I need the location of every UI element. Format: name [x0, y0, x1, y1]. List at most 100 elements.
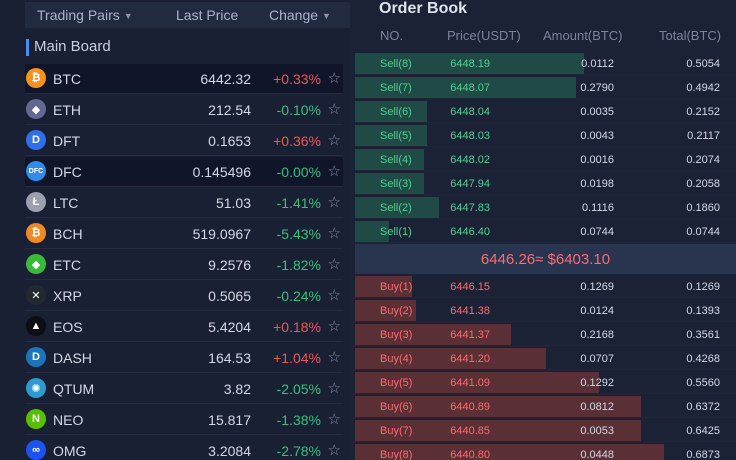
- favorite-star-icon[interactable]: ☆: [328, 100, 341, 118]
- buy-order-row[interactable]: Buy(1) 6446.15 0.1269 0.1269: [355, 275, 736, 298]
- buy-order-row[interactable]: Buy(6) 6440.89 0.0812 0.6372: [355, 395, 736, 418]
- pair-row-dft[interactable]: D DFT 0.1653 +0.36% ☆: [25, 126, 343, 156]
- change-label: Change: [269, 7, 319, 23]
- sell-order-row[interactable]: Sell(6) 6448.04 0.0035 0.2152: [355, 100, 736, 123]
- order-label: Sell(1): [380, 226, 412, 238]
- favorite-star-icon[interactable]: ☆: [328, 379, 341, 397]
- mid-price-bar: 6446.26≈ $6403.10: [355, 244, 736, 274]
- section-accent-bar: [26, 39, 29, 56]
- bitcoin-icon: ₿: [26, 68, 46, 88]
- favorite-star-icon[interactable]: ☆: [328, 441, 341, 459]
- coin-name: EOS: [53, 319, 83, 335]
- favorite-star-icon[interactable]: ☆: [328, 131, 341, 149]
- order-amount: 0.0124: [580, 305, 614, 317]
- coin-name: DFT: [53, 133, 81, 149]
- order-book-title: Order Book: [379, 0, 468, 17]
- favorite-star-icon[interactable]: ☆: [328, 224, 341, 242]
- order-label: Buy(2): [380, 305, 413, 317]
- pair-row-omg[interactable]: ∞ OMG 3.2084 -2.78% ☆: [25, 436, 343, 460]
- last-price: 6442.32: [200, 71, 251, 87]
- order-label: Buy(8): [380, 449, 413, 460]
- price-change: +0.18%: [273, 319, 321, 335]
- price-change: -0.00%: [276, 164, 321, 180]
- pair-row-ltc[interactable]: Ł LTC 51.03 -1.41% ☆: [25, 188, 343, 218]
- sell-order-row[interactable]: Sell(1) 6446.40 0.0744 0.0744: [355, 220, 736, 243]
- pair-row-dash[interactable]: D DASH 164.53 +1.04% ☆: [25, 343, 343, 373]
- pair-row-etc[interactable]: ◆ ETC 9.2576 -1.82% ☆: [25, 250, 343, 280]
- order-label: Sell(2): [380, 202, 412, 214]
- pair-row-neo[interactable]: N NEO 15.817 -1.38% ☆: [25, 405, 343, 435]
- ethereum-icon: ◆: [26, 99, 46, 119]
- buy-order-row[interactable]: Buy(4) 6441.20 0.0707 0.4268: [355, 347, 736, 370]
- buy-order-row[interactable]: Buy(7) 6440.85 0.0053 0.6425: [355, 419, 736, 442]
- order-amount: 0.1292: [580, 377, 614, 389]
- order-label: Buy(7): [380, 425, 413, 437]
- coin-name: XRP: [53, 288, 82, 304]
- pair-row-eth[interactable]: ◆ ETH 212.54 -0.10% ☆: [25, 95, 343, 125]
- buy-order-row[interactable]: Buy(8) 6440.80 0.0448 0.6873: [355, 443, 736, 460]
- sell-order-row[interactable]: Sell(8) 6448.19 0.0112 0.5054: [355, 52, 736, 75]
- order-total: 0.1860: [686, 202, 720, 214]
- order-amount: 0.0198: [580, 178, 614, 190]
- order-total: 0.6873: [686, 449, 720, 460]
- order-label: Sell(6): [380, 106, 412, 118]
- pair-row-xrp[interactable]: ✕ XRP 0.5065 -0.24% ☆: [25, 281, 343, 311]
- pair-row-qtum[interactable]: ✺ QTUM 3.82 -2.05% ☆: [25, 374, 343, 404]
- sell-order-row[interactable]: Sell(4) 6448.02 0.0016 0.2074: [355, 148, 736, 171]
- pair-row-btc[interactable]: ₿ BTC 6442.32 +0.33% ☆: [25, 64, 343, 94]
- order-total: 0.1269: [686, 281, 720, 293]
- sell-order-row[interactable]: Sell(2) 6447.83 0.1116 0.1860: [355, 196, 736, 219]
- favorite-star-icon[interactable]: ☆: [328, 193, 341, 211]
- favorite-star-icon[interactable]: ☆: [328, 162, 341, 180]
- favorite-star-icon[interactable]: ☆: [328, 348, 341, 366]
- last-price: 212.54: [208, 102, 251, 118]
- sort-trading-pairs[interactable]: Trading Pairs ▼: [37, 7, 133, 23]
- buy-order-row[interactable]: Buy(2) 6441.38 0.0124 0.1393: [355, 299, 736, 322]
- last-price: 0.1653: [208, 133, 251, 149]
- coin-name: ETH: [53, 102, 81, 118]
- favorite-star-icon[interactable]: ☆: [328, 410, 341, 428]
- order-amount: 0.0744: [580, 226, 614, 238]
- order-price: 6448.02: [450, 154, 490, 166]
- buy-order-row[interactable]: Buy(5) 6441.09 0.1292 0.5560: [355, 371, 736, 394]
- order-price: 6446.40: [450, 226, 490, 238]
- col-price: Price(USDT): [447, 28, 521, 43]
- favorite-star-icon[interactable]: ☆: [328, 255, 341, 273]
- last-price: 51.03: [215, 195, 251, 211]
- sell-order-row[interactable]: Sell(7) 6448.07 0.2790 0.4942: [355, 76, 736, 99]
- sell-order-row[interactable]: Sell(3) 6447.94 0.0198 0.2058: [355, 172, 736, 195]
- pair-row-eos[interactable]: ▲ EOS 5.4204 +0.18% ☆: [25, 312, 343, 342]
- pair-row-bch[interactable]: ₿ BCH 519.0967 -5.43% ☆: [25, 219, 343, 249]
- order-total: 0.4268: [686, 353, 720, 365]
- pairs-table-header: Trading Pairs ▼ Last Price Change ▼: [25, 2, 350, 28]
- order-amount: 0.0707: [580, 353, 614, 365]
- favorite-star-icon[interactable]: ☆: [328, 69, 341, 87]
- trading-pairs-panel: Trading Pairs ▼ Last Price Change ▼ Main B…: [0, 0, 350, 460]
- order-price: 6441.20: [450, 353, 490, 365]
- last-price: 15.817: [208, 412, 251, 428]
- coin-name: NEO: [53, 412, 84, 428]
- order-price: 6440.85: [450, 425, 490, 437]
- coin-name: DFC: [53, 164, 82, 180]
- favorite-star-icon[interactable]: ☆: [328, 317, 341, 335]
- last-price-label: Last Price: [176, 7, 239, 23]
- coin-name: BCH: [53, 226, 83, 242]
- order-total: 0.2117: [687, 130, 720, 142]
- order-amount: 0.0043: [580, 130, 614, 142]
- pair-row-dfc[interactable]: DFC DFC 0.145496 -0.00% ☆: [25, 157, 343, 187]
- order-amount: 0.1116: [581, 202, 614, 214]
- coin-name: ETC: [53, 257, 81, 273]
- sell-order-row[interactable]: Sell(5) 6448.03 0.0043 0.2117: [355, 124, 736, 147]
- order-total: 0.2074: [686, 154, 720, 166]
- order-label: Sell(7): [380, 82, 412, 94]
- price-change: -1.41%: [276, 195, 321, 211]
- order-label: Buy(3): [380, 329, 413, 341]
- favorite-star-icon[interactable]: ☆: [328, 286, 341, 304]
- sort-last-price[interactable]: Last Price: [176, 7, 238, 23]
- buy-order-row[interactable]: Buy(3) 6441.37 0.2168 0.3561: [355, 323, 736, 346]
- order-total: 0.6425: [686, 425, 720, 437]
- last-price: 0.5065: [208, 288, 251, 304]
- last-price: 9.2576: [208, 257, 251, 273]
- order-total: 0.2152: [686, 106, 720, 118]
- sort-change[interactable]: Change ▼: [269, 7, 331, 23]
